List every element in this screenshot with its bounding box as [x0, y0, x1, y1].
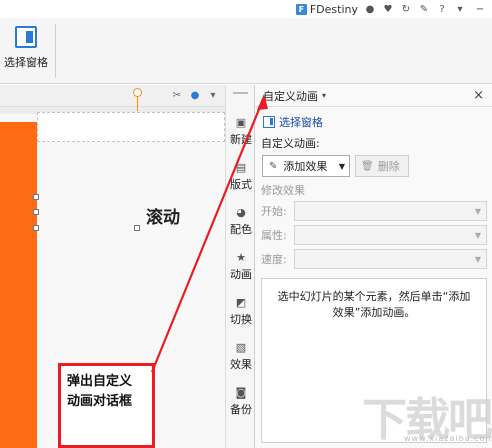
panel-title[interactable]: 自定义动画: [263, 88, 318, 104]
strip-item-animation[interactable]: ★ 动画: [226, 250, 256, 282]
start-select[interactable]: ▼: [294, 201, 487, 221]
panel-header: 自定义动画 ▾ ×: [255, 85, 492, 107]
user-account[interactable]: F FDestiny: [295, 2, 358, 16]
selection-pane-link-row[interactable]: 选择窗格: [263, 114, 323, 130]
minimize-button[interactable]: −: [472, 2, 488, 16]
menu-caret-icon[interactable]: ▾: [454, 3, 466, 15]
color-scheme-icon: ◕: [236, 205, 246, 219]
share-icon[interactable]: ✎: [418, 3, 430, 15]
add-effect-label: 添加效果: [283, 160, 328, 173]
new-slide-icon: ▣: [235, 115, 247, 129]
strip-item-color[interactable]: ◕ 配色: [226, 205, 256, 237]
chevron-down-icon: ▼: [474, 207, 481, 216]
gift-icon[interactable]: ♥: [382, 3, 394, 15]
chevron-down-icon: ▼: [338, 162, 345, 171]
strip-label: 备份: [230, 403, 252, 416]
property-select[interactable]: ▼: [294, 225, 487, 245]
ribbon-divider: [55, 24, 56, 78]
strip-label: 效果: [230, 358, 252, 371]
selection-pane-icon: [263, 116, 275, 128]
skin-icon[interactable]: ●: [364, 3, 376, 15]
resize-handle[interactable]: [33, 194, 39, 200]
strip-item-effects[interactable]: ▧ 效果: [226, 340, 256, 372]
strip-item-new[interactable]: ▣ 新建: [226, 115, 256, 147]
start-field-row: 开始: ▼: [261, 201, 487, 221]
selection-pane-icon: [15, 26, 37, 48]
selection-pane-button[interactable]: 选择窗格: [0, 26, 52, 78]
strip-label: 动画: [230, 268, 252, 281]
empty-hint-text: 选中幻灯片的某个元素，然后单击“添加效果”添加动画。: [277, 290, 471, 319]
annotation-line: 动画对话框: [67, 394, 133, 409]
pin-icon[interactable]: ▾: [207, 90, 219, 102]
task-pane-strip: ▣ 新建 ▤ 版式 ◕ 配色 ★ 动画 ◩ 切换 ▧ 效果 ◙ 备份: [225, 85, 255, 448]
strip-grip: [233, 92, 248, 94]
delete-label: 删除: [377, 160, 400, 173]
speed-label: 速度:: [261, 253, 287, 266]
slide-text: 滚动: [146, 208, 180, 228]
editor-toolbar: ✂ ● ▾: [0, 85, 225, 107]
modify-effect-label: 修改效果: [261, 184, 305, 197]
resize-handle[interactable]: [33, 225, 39, 231]
effects-icon: ▧: [235, 340, 247, 354]
strip-label: 配色: [230, 223, 252, 236]
rotation-line: [137, 97, 138, 111]
user-name: FDestiny: [309, 2, 358, 16]
selection-pane-label: 选择窗格: [4, 56, 48, 69]
slide-orange-shape[interactable]: [0, 122, 37, 448]
title-bar: F FDestiny ● ♥ ↻ ✎ ? ▾ −: [0, 0, 492, 18]
annotation-callout: 弹出自定义 动画对话框: [58, 363, 155, 448]
annotation-line: 弹出自定义: [67, 374, 133, 389]
sync-icon[interactable]: ↻: [400, 3, 412, 15]
delete-button[interactable]: 🗑 删除: [355, 155, 409, 177]
custom-animation-label: 自定义动画:: [261, 137, 320, 150]
strip-item-backup[interactable]: ◙ 备份: [226, 385, 256, 417]
cloud-icon[interactable]: ●: [189, 90, 201, 102]
speed-select[interactable]: ▼: [294, 249, 487, 269]
strip-item-transition[interactable]: ◩ 切换: [226, 295, 256, 327]
close-icon[interactable]: ×: [473, 88, 484, 103]
scissors-icon[interactable]: ✂: [171, 90, 183, 102]
strip-label: 新建: [230, 133, 252, 146]
add-effect-button[interactable]: ✎ 添加效果 ▼: [262, 155, 350, 177]
chevron-down-icon: ▼: [474, 255, 481, 264]
app-logo-icon: F: [295, 3, 307, 15]
speed-field-row: 速度: ▼: [261, 249, 487, 269]
watermark-url: www.xiazaiba.com: [404, 434, 492, 443]
start-label: 开始:: [261, 205, 287, 218]
property-label: 属性:: [261, 229, 287, 242]
chevron-down-icon: ▼: [474, 231, 481, 240]
pencil-icon: ✎: [269, 160, 278, 172]
chevron-down-icon[interactable]: ▾: [322, 91, 326, 100]
resize-handle[interactable]: [134, 225, 140, 231]
layout-icon: ▤: [235, 160, 247, 174]
property-field-row: 属性: ▼: [261, 225, 487, 245]
transition-icon: ◩: [235, 295, 247, 309]
trash-icon: 🗑: [361, 160, 374, 172]
rotation-handle[interactable]: [133, 88, 142, 97]
animation-icon: ★: [236, 250, 246, 264]
selection-pane-link[interactable]: 选择窗格: [279, 114, 323, 130]
ribbon: 选择窗格: [0, 18, 492, 84]
strip-label: 版式: [230, 178, 252, 191]
resize-handle[interactable]: [33, 209, 39, 215]
slide-textbox[interactable]: [37, 112, 225, 142]
help-icon[interactable]: ?: [436, 3, 448, 15]
backup-icon: ◙: [235, 385, 247, 399]
strip-label: 切换: [230, 313, 252, 326]
title-bar-controls: F FDestiny ● ♥ ↻ ✎ ? ▾ −: [295, 0, 492, 18]
strip-item-layout[interactable]: ▤ 版式: [226, 160, 256, 192]
